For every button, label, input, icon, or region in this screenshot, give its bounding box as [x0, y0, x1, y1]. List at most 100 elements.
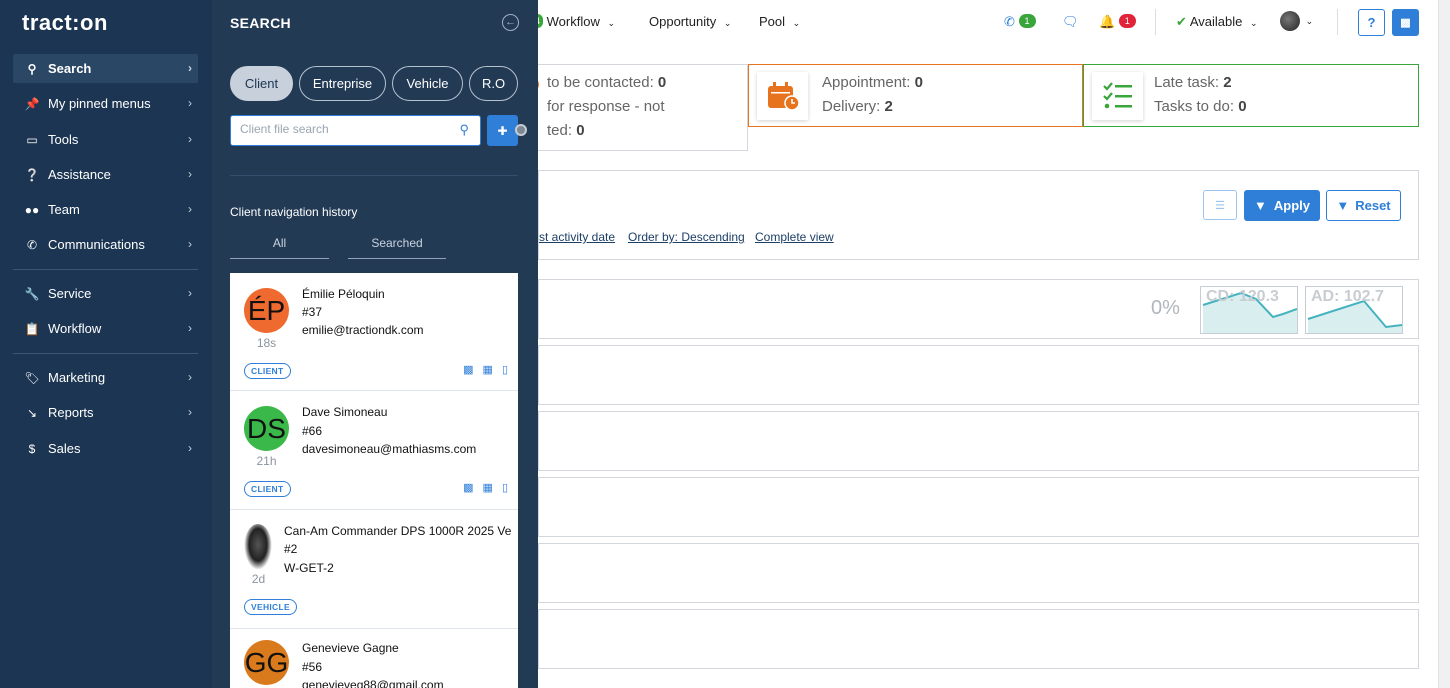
- messages-button[interactable]: ▩: [1392, 9, 1419, 36]
- nav-item-pinned-menus[interactable]: 📌 My pinned menus ›: [13, 89, 198, 118]
- tab-history-searched[interactable]: Searched: [348, 236, 446, 259]
- add-client-button[interactable]: ✚: [487, 115, 518, 146]
- question-icon: ❔: [24, 167, 40, 182]
- list-row[interactable]: [538, 345, 1419, 405]
- search-input[interactable]: [240, 122, 440, 136]
- nav-item-assistance[interactable]: ❔ Assistance ›: [13, 160, 198, 189]
- panel-title: SEARCH: [230, 15, 291, 31]
- workflow-label: Workflow: [546, 14, 600, 29]
- client-name: Émilie Péloquin: [302, 287, 385, 301]
- chevron-down-icon: ⌄: [1249, 18, 1258, 28]
- nav-item-sales[interactable]: $ Sales ›: [13, 434, 198, 463]
- client-number: #37: [302, 305, 323, 319]
- chevron-down-icon: ⌄: [723, 18, 732, 28]
- vehicle-name: Can-Am Commander DPS 1000R 2025 Ve: [284, 524, 512, 538]
- messages-icon[interactable]: ▩: [463, 363, 473, 376]
- tab-ro[interactable]: R.O: [469, 66, 518, 101]
- team-icon: ●●: [24, 202, 40, 217]
- history-card[interactable]: 2d Can-Am Commander DPS 1000R 2025 Ve #2…: [230, 510, 518, 629]
- client-search-field[interactable]: ⚲: [230, 115, 481, 146]
- list-row[interactable]: [538, 477, 1419, 537]
- complete-view-link[interactable]: Complete view: [755, 230, 834, 244]
- help-button[interactable]: ?: [1358, 9, 1385, 36]
- notifications-button[interactable]: 🔔 1: [1099, 14, 1136, 30]
- clipboard-icon[interactable]: ▯: [502, 363, 508, 376]
- phone-icon: ✆: [26, 237, 38, 252]
- notifications-badge: 1: [1118, 14, 1136, 28]
- chat-icon[interactable]: 🗨: [1062, 14, 1079, 30]
- history-age: 18s: [256, 336, 277, 350]
- list-row[interactable]: [538, 609, 1419, 669]
- client-email: genevieveg88@gmail.com: [302, 678, 444, 688]
- sparkline-ad: AD: 102.7: [1305, 286, 1403, 334]
- nav-item-label: Sales: [48, 441, 81, 456]
- tab-vehicle[interactable]: Vehicle: [392, 66, 463, 101]
- nav-item-communications[interactable]: ✆ Communications ›: [13, 230, 198, 259]
- user-avatar-menu[interactable]: ⌄: [1280, 11, 1313, 31]
- collapse-arrow-icon[interactable]: ←: [502, 14, 519, 31]
- nav-item-label: Tools: [48, 132, 79, 147]
- messages-icon: ▩: [1400, 17, 1411, 29]
- search-icon[interactable]: ⚲: [459, 122, 469, 138]
- phone-icon: ✆: [1004, 14, 1015, 29]
- nav-item-search[interactable]: ⚲ Search ›: [13, 54, 198, 83]
- stat-box-contacts[interactable]: to be contacted: 0 for response - not te…: [520, 64, 748, 151]
- stat-box-tasks[interactable]: Late task: 2 Tasks to do: 0: [1083, 64, 1419, 127]
- opportunity-menu[interactable]: Opportunity ⌄: [649, 14, 731, 29]
- top-bar: 4 Workflow ⌄ Opportunity ⌄ Pool ⌄ ✆ 1 🗨 …: [532, 0, 1438, 45]
- filter-list-icon: ☰: [1215, 199, 1225, 212]
- clipboard-icon[interactable]: ▯: [502, 481, 508, 494]
- history-card[interactable]: GG Genevieve Gagne #56 genevieveg88@gmai…: [230, 629, 518, 688]
- filter-clear-icon: ▼: [1336, 198, 1350, 213]
- nav-divider: [13, 353, 198, 354]
- traction-logo[interactable]: tract:on: [22, 10, 108, 36]
- nav-item-reports[interactable]: ↘ Reports ›: [13, 398, 198, 427]
- list-row[interactable]: [538, 543, 1419, 603]
- search-panel: SEARCH ← Client Entreprise Vehicle R.O ⚲…: [212, 0, 538, 688]
- calls-badge: 1: [1018, 14, 1036, 28]
- avatar: ÉP: [244, 288, 289, 333]
- nav-item-marketing[interactable]: 🏷 Marketing ›: [13, 363, 198, 392]
- availability-status[interactable]: ✔ Available ⌄: [1176, 14, 1258, 30]
- nav-item-label: Reports: [48, 405, 94, 420]
- client-email: emilie@tractiondk.com: [302, 323, 424, 337]
- tab-client[interactable]: Client: [230, 66, 293, 101]
- clipboard-icon: 📋: [24, 321, 40, 336]
- chevron-right-icon: ›: [188, 286, 192, 300]
- pool-menu[interactable]: Pool ⌄: [759, 14, 800, 29]
- nav-item-service[interactable]: 🔧 Service ›: [13, 279, 198, 308]
- card-actions: ▩ ▦ ▯: [463, 363, 508, 376]
- order-by-link[interactable]: Order by: Descending: [628, 230, 745, 244]
- page-scrollbar[interactable]: [1438, 0, 1450, 688]
- nav-item-label: Marketing: [48, 370, 106, 385]
- chevron-right-icon: ›: [188, 321, 192, 335]
- chevron-right-icon: ›: [188, 441, 192, 455]
- monitor-icon: ▭: [26, 132, 38, 147]
- calendar-icon[interactable]: ▦: [483, 363, 493, 376]
- apply-button[interactable]: ▼ Apply: [1244, 190, 1320, 221]
- calls-button[interactable]: ✆ 1: [1004, 14, 1036, 30]
- nav-item-tools[interactable]: ▭ Tools ›: [13, 125, 198, 154]
- nav-item-workflow[interactable]: 📋 Workflow ›: [13, 314, 198, 343]
- opportunity-label: Opportunity: [649, 14, 717, 29]
- reset-button[interactable]: ▼ Reset: [1326, 190, 1401, 221]
- check-circle-icon: ✔: [1176, 14, 1187, 29]
- stat-text-appointments: Appointment: 0 Delivery: 2: [822, 74, 923, 115]
- workflow-menu[interactable]: 4 Workflow ⌄: [532, 14, 615, 29]
- calendar-icon[interactable]: ▦: [483, 481, 493, 494]
- list-row[interactable]: [538, 411, 1419, 471]
- add-user-icon: ✚: [497, 123, 508, 138]
- sparkline-cd-label: CD: 120.3: [1206, 288, 1279, 305]
- messages-icon[interactable]: ▩: [463, 481, 473, 494]
- history-card[interactable]: DS 21h Dave Simoneau #66 davesimoneau@ma…: [230, 391, 518, 510]
- search-icon: ⚲: [27, 61, 37, 76]
- tab-history-all[interactable]: All: [230, 236, 329, 259]
- tab-entreprise[interactable]: Entreprise: [299, 66, 386, 101]
- filter-list-button[interactable]: ☰: [1203, 190, 1237, 220]
- sort-field-link[interactable]: st activity date: [539, 230, 615, 244]
- client-email: davesimoneau@mathiasms.com: [302, 442, 477, 456]
- nav-item-team[interactable]: ●● Team ›: [13, 195, 198, 224]
- history-card[interactable]: ÉP 18s Émilie Péloquin #37 emilie@tracti…: [230, 273, 518, 391]
- stat-box-appointments[interactable]: Appointment: 0 Delivery: 2: [748, 64, 1083, 127]
- sparkline-cd: CD: 120.3: [1200, 286, 1298, 334]
